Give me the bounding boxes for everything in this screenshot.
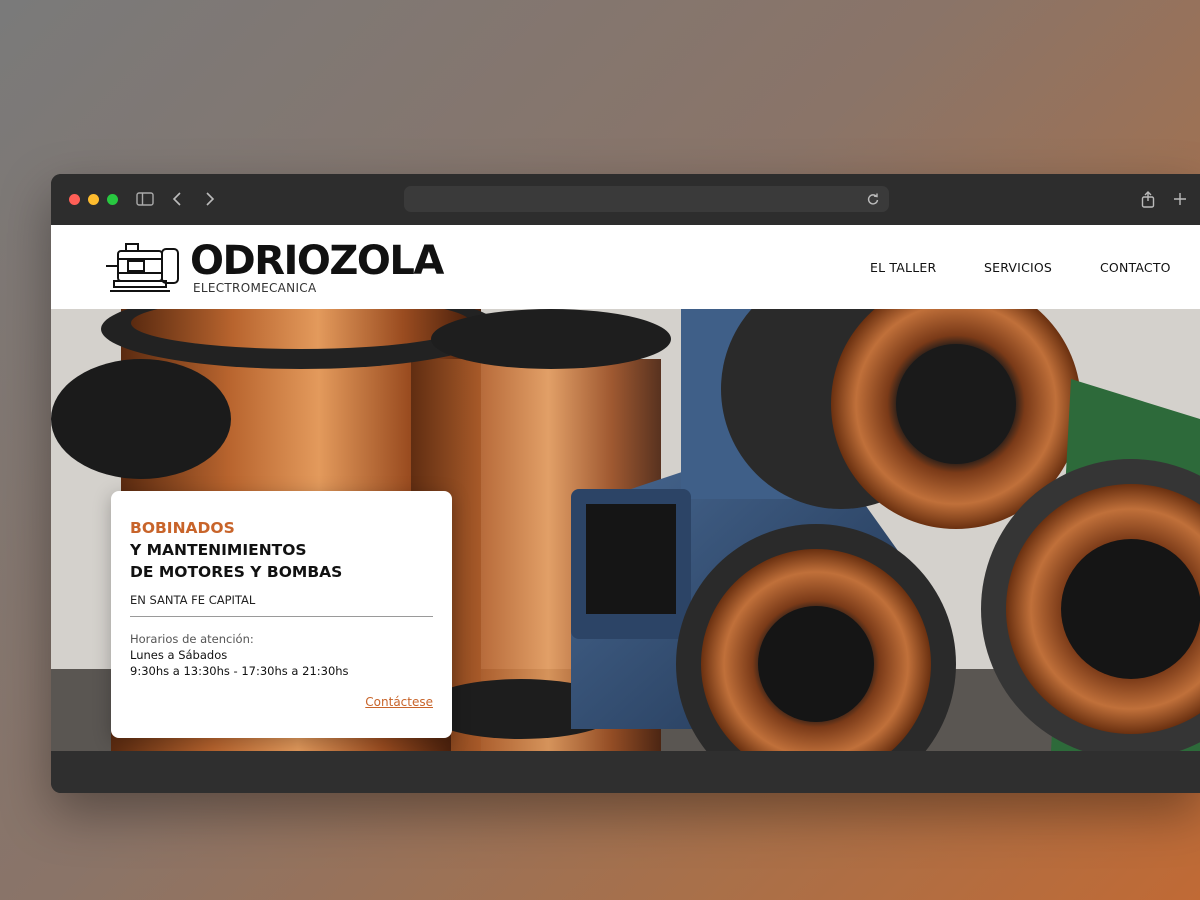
hero-info-card: BOBINADOS Y MANTENIMIENTOS DE MOTORES Y … xyxy=(111,491,452,738)
sidebar-icon[interactable] xyxy=(134,188,156,210)
brand-subtitle: ELECTROMECANICA xyxy=(193,281,317,295)
reload-icon[interactable] xyxy=(865,191,881,207)
card-divider xyxy=(130,616,433,617)
brand-name[interactable]: ODRIOZOLA xyxy=(190,239,444,283)
motor-logo-icon[interactable] xyxy=(104,241,182,295)
opening-hours: 9:30hs a 13:30hs - 17:30hs a 21:30hs xyxy=(130,664,349,678)
headline-accent: BOBINADOS xyxy=(130,519,235,537)
close-window-button[interactable] xyxy=(69,194,80,205)
contact-link[interactable]: Contáctese xyxy=(365,695,433,709)
minimize-window-button[interactable] xyxy=(88,194,99,205)
new-tab-icon[interactable] xyxy=(1169,188,1191,210)
forward-icon[interactable] xyxy=(199,188,221,210)
nav-el-taller[interactable]: EL TALLER xyxy=(870,260,936,275)
back-icon[interactable] xyxy=(166,188,188,210)
location-text: EN SANTA FE CAPITAL xyxy=(130,593,256,607)
webpage: ODRIOZOLA ELECTROMECANICA EL TALLER SERV… xyxy=(51,225,1200,751)
zoom-window-button[interactable] xyxy=(107,194,118,205)
headline-line-3: DE MOTORES Y BOMBAS xyxy=(130,563,343,581)
headline-line-2: Y MANTENIMIENTOS xyxy=(130,541,307,559)
nav-servicios[interactable]: SERVICIOS xyxy=(984,260,1052,275)
address-bar[interactable] xyxy=(404,186,889,212)
browser-toolbar xyxy=(51,174,1200,225)
site-header: ODRIOZOLA ELECTROMECANICA EL TALLER SERV… xyxy=(51,225,1200,309)
browser-window: ODRIOZOLA ELECTROMECANICA EL TALLER SERV… xyxy=(51,174,1200,793)
nav-contacto[interactable]: CONTACTO xyxy=(1100,260,1171,275)
hero-banner: BOBINADOS Y MANTENIMIENTOS DE MOTORES Y … xyxy=(51,309,1200,751)
opening-days: Lunes a Sábados xyxy=(130,648,228,662)
page-bottom-bar xyxy=(51,751,1200,793)
share-icon[interactable] xyxy=(1137,188,1159,210)
hours-label: Horarios de atención: xyxy=(130,632,254,646)
